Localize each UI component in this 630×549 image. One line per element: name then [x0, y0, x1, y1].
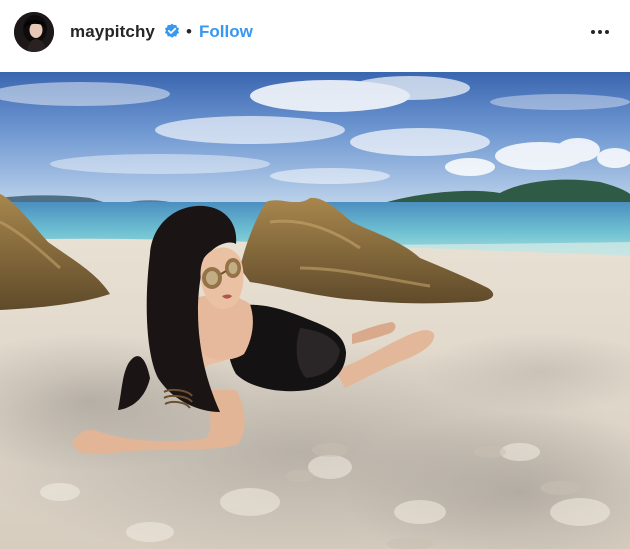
verified-badge-icon [164, 23, 180, 39]
follow-button[interactable]: Follow [199, 20, 253, 44]
more-dot [598, 30, 602, 34]
post-header: maypitchy • Follow [0, 0, 630, 64]
more-dot [591, 30, 595, 34]
post-photo[interactable] [0, 72, 630, 549]
more-dot [605, 30, 609, 34]
more-options-icon[interactable] [585, 20, 615, 44]
author-avatar[interactable] [14, 12, 54, 52]
avatar-photo [14, 12, 54, 52]
header-separator-dot: • [186, 22, 192, 41]
instagram-post: maypitchy • Follow [0, 0, 630, 549]
author-username[interactable]: maypitchy [70, 22, 155, 42]
beach-photo [0, 72, 630, 549]
